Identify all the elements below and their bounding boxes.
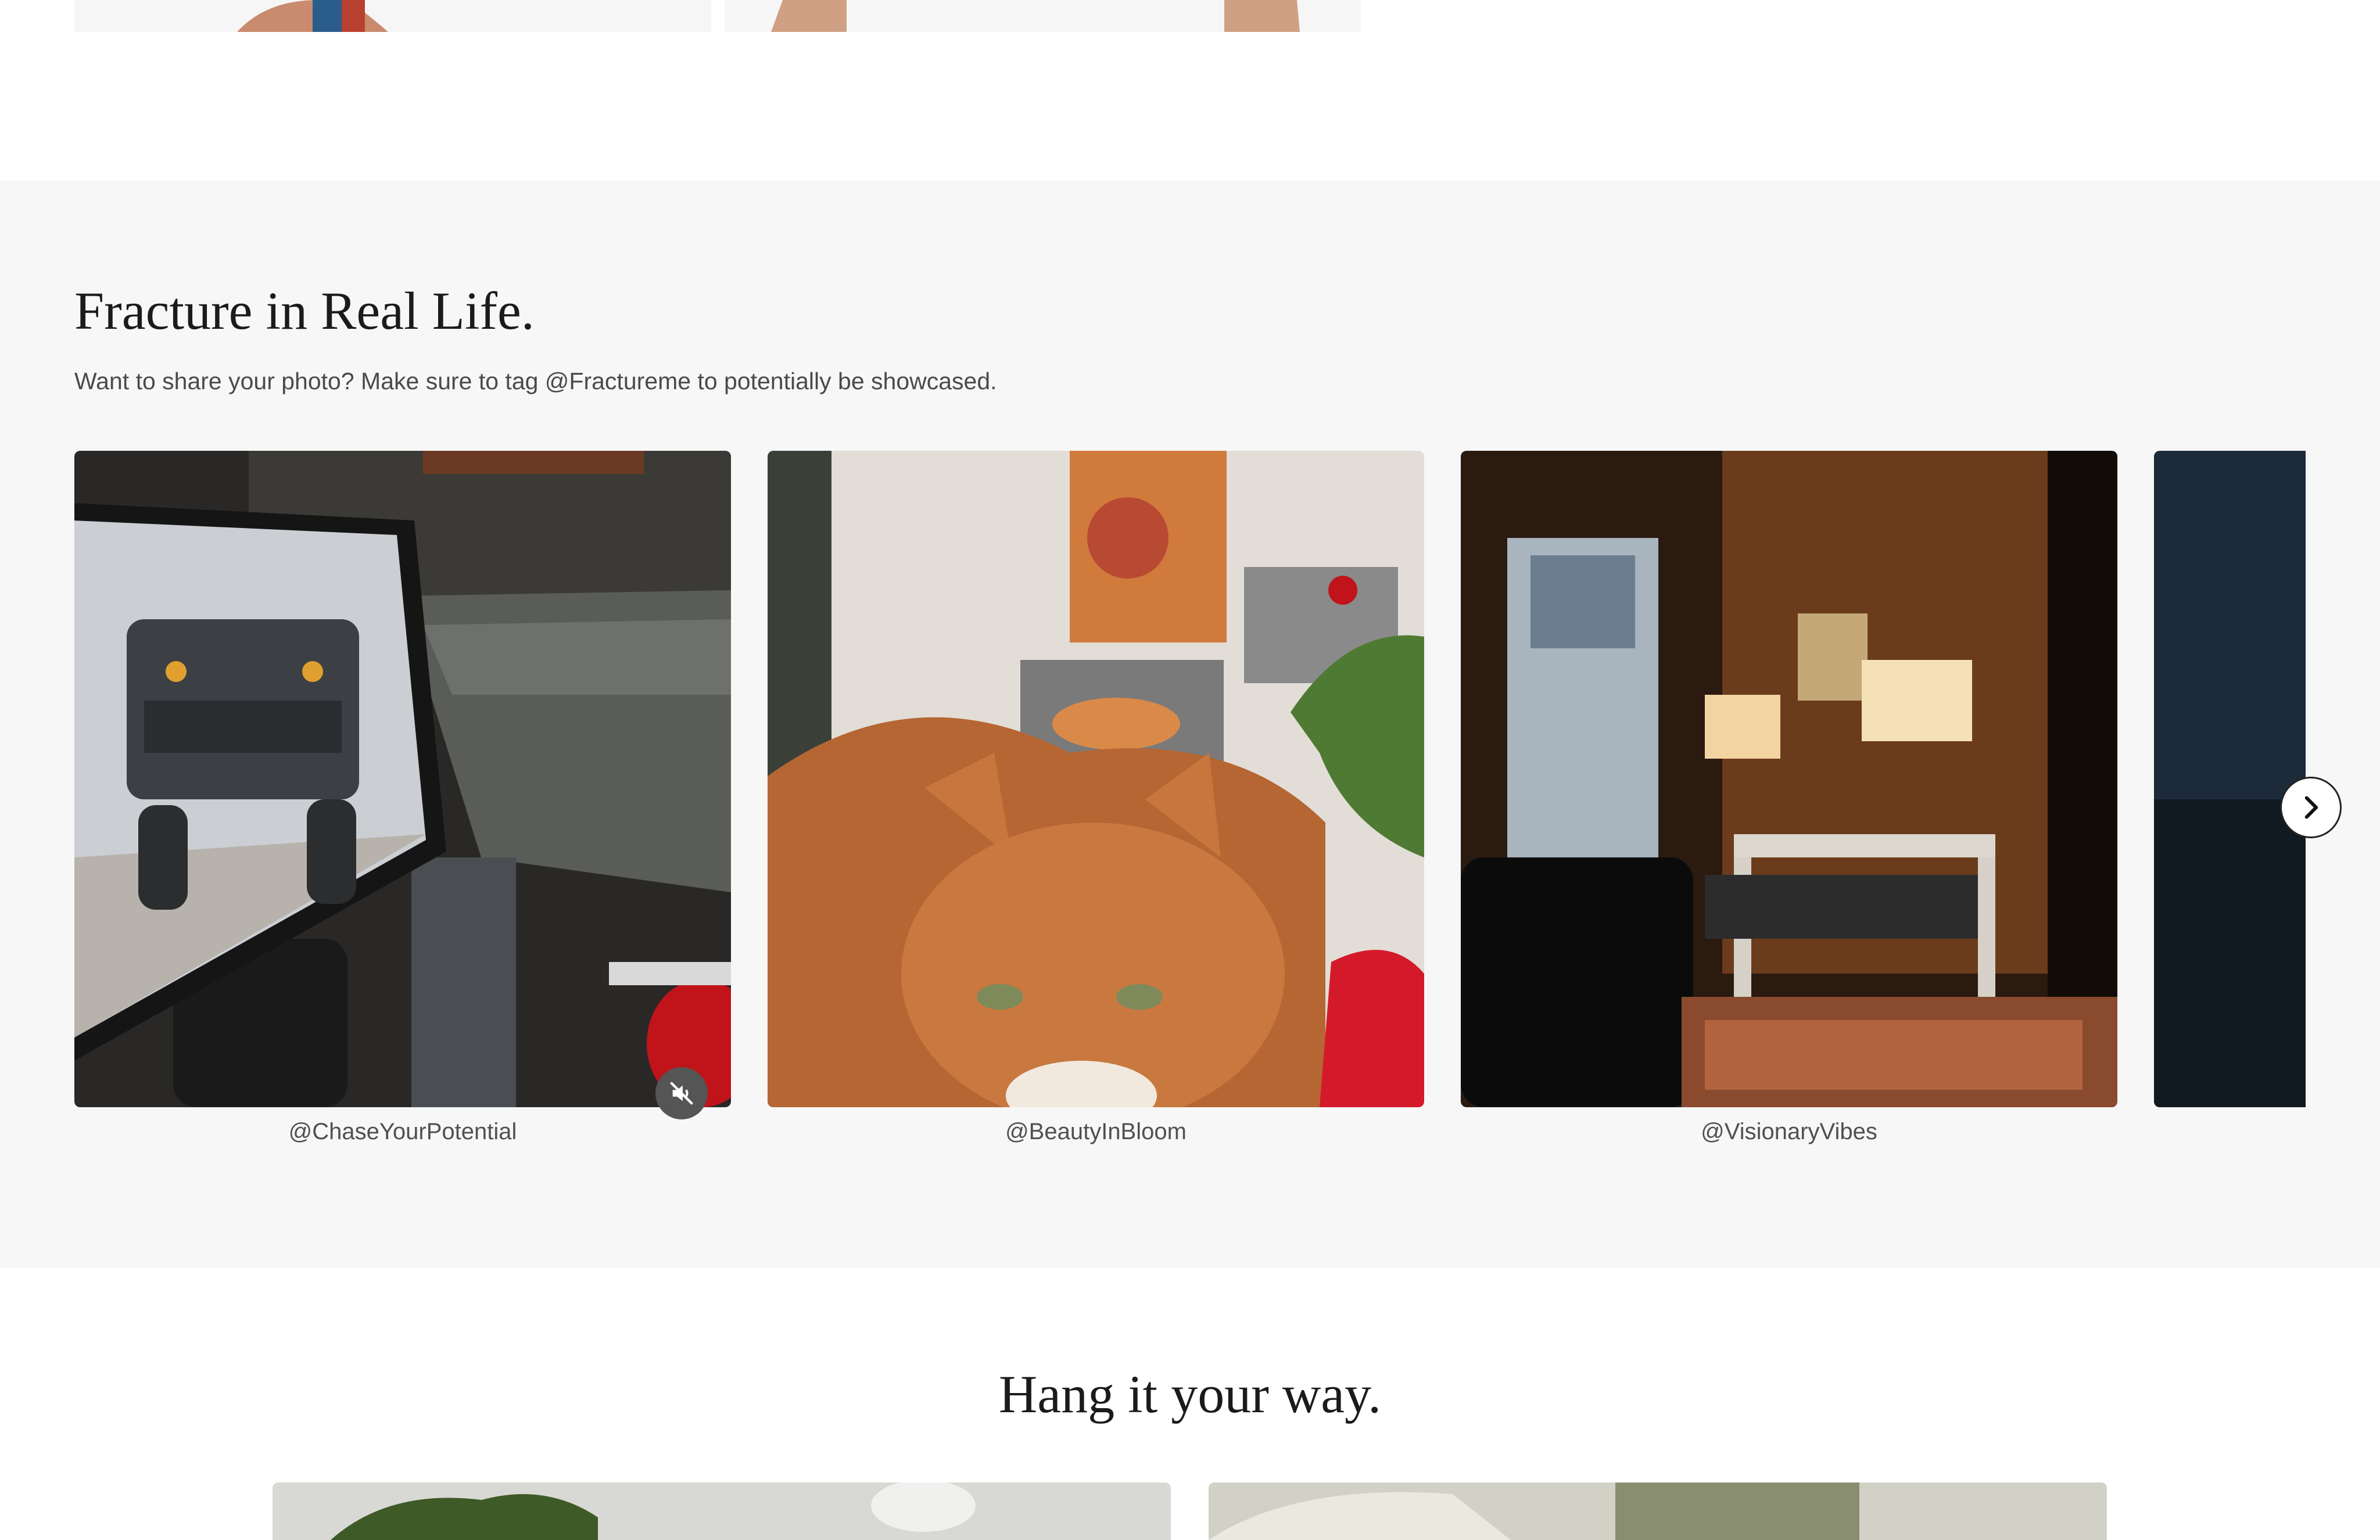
gallery-photo-interior[interactable] (1461, 451, 2117, 1107)
previous-section-card[interactable] (74, 0, 711, 32)
gallery-title: Fracture in Real Life. (74, 281, 535, 340)
gallery-photo-cat[interactable] (768, 451, 1424, 1107)
gallery-photo-partial[interactable] (2154, 451, 2306, 1107)
gallery-photo-truck[interactable] (74, 451, 731, 1107)
carousel-next-button[interactable] (2280, 777, 2342, 838)
previous-card-image (74, 0, 711, 32)
gallery-handle[interactable]: @ChaseYourPotential (74, 1115, 731, 1148)
mute-toggle-button[interactable] (655, 1067, 708, 1119)
hang-section-title: Hang it your way. (998, 1365, 1382, 1424)
hang-option-image (1209, 1482, 2107, 1540)
truck-photo-image (74, 451, 731, 1107)
gallery-handle[interactable]: @BeautyInBloom (768, 1115, 1424, 1148)
hang-option-card[interactable] (1209, 1482, 2107, 1540)
muted-speaker-icon (670, 1082, 693, 1105)
cat-photo-image (768, 451, 1424, 1107)
gallery-carousel[interactable] (74, 451, 2306, 1107)
gallery-subtitle: Want to share your photo? Make sure to t… (74, 368, 997, 394)
previous-card-image (725, 0, 1361, 32)
gallery-handle[interactable]: @VisionaryVibes (1461, 1115, 2117, 1148)
chevron-right-icon (2304, 796, 2318, 819)
hang-option-card[interactable] (273, 1482, 1171, 1540)
hang-option-image (273, 1482, 1171, 1540)
previous-section-card[interactable] (725, 0, 1361, 32)
interior-photo-image (1461, 451, 2117, 1107)
partial-photo-image (2154, 451, 2306, 1107)
